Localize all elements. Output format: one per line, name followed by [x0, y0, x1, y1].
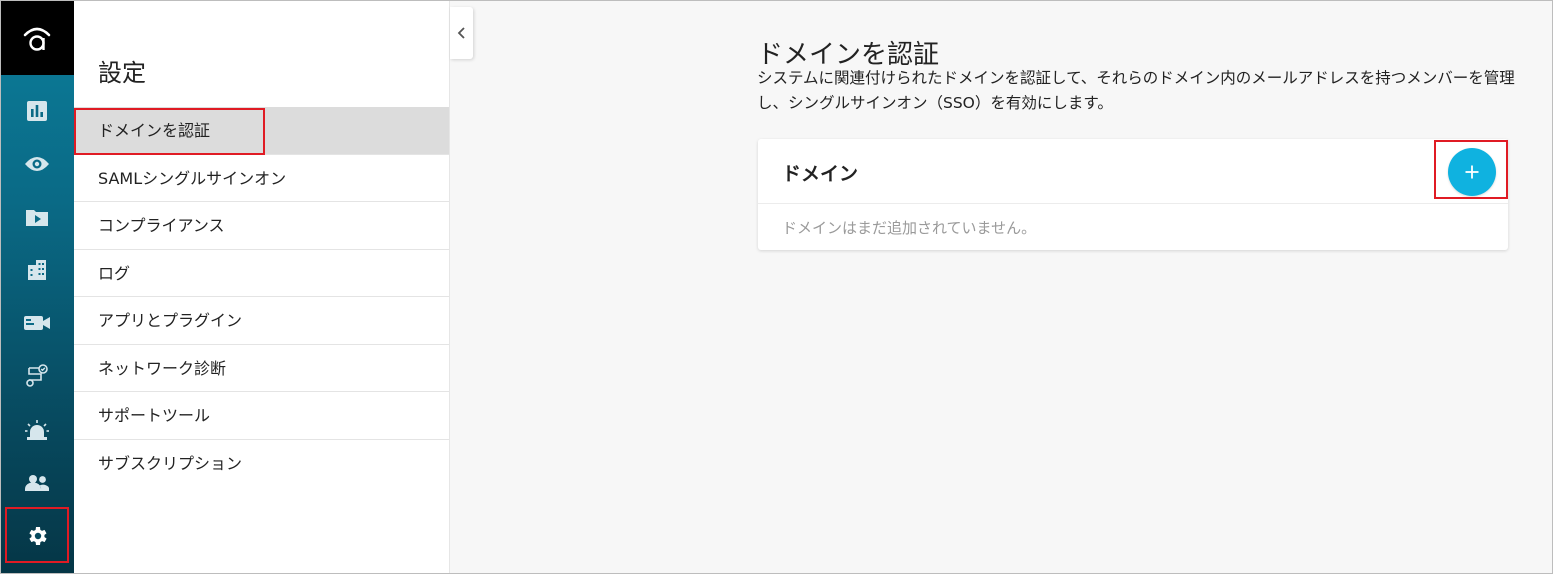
rail-item-analytics[interactable]: [0, 85, 74, 137]
rail-item-views[interactable]: [0, 138, 74, 190]
settings-menu: ドメインを認証 SAMLシングルサインオン コンプライアンス ログ アプリとプラ…: [74, 107, 449, 487]
app-logo[interactable]: [0, 0, 74, 75]
menu-item-subscription[interactable]: サブスクリプション: [74, 440, 449, 488]
building-icon: [28, 260, 46, 280]
menu-item-verify-domain[interactable]: ドメインを認証: [74, 107, 449, 155]
menu-item-network-diagnostics[interactable]: ネットワーク診断: [74, 345, 449, 392]
add-domain-button[interactable]: [1448, 148, 1496, 196]
rail-item-cameras[interactable]: [0, 297, 74, 349]
rail-item-users[interactable]: [0, 457, 74, 509]
people-icon: [25, 475, 50, 491]
collapse-sidebar-button[interactable]: [450, 7, 473, 59]
domains-card: ドメイン ドメインはまだ追加されていません。: [758, 139, 1508, 250]
rail-item-videos[interactable]: [0, 191, 74, 243]
rail-item-sites[interactable]: [0, 244, 74, 296]
menu-item-logs[interactable]: ログ: [74, 250, 449, 297]
rail-item-alarms[interactable]: [0, 404, 74, 456]
chevron-left-icon: [457, 27, 465, 39]
settings-title: 設定: [98, 59, 146, 87]
menu-item-compliance[interactable]: コンプライアンス: [74, 202, 449, 250]
alarm-icon: [25, 420, 49, 440]
menu-item-support-tools[interactable]: サポートツール: [74, 392, 449, 440]
eye-icon: [25, 157, 49, 171]
settings-sidebar: 設定 ドメインを認証 SAMLシングルサインオン コンプライアンス ログ アプリ…: [74, 0, 450, 574]
workflow-icon: [26, 364, 48, 387]
domains-card-title: ドメイン: [782, 163, 859, 185]
page-description: システムに関連付けられたドメインを認証して、それらのドメイン内のメールアドレスを…: [757, 69, 1515, 112]
menu-item-apps-plugins[interactable]: アプリとプラグイン: [74, 297, 449, 345]
plus-icon: [1465, 165, 1479, 179]
logo-icon: [23, 27, 51, 51]
video-library-icon: [26, 210, 48, 226]
domains-empty-message: ドメインはまだ追加されていません。: [782, 219, 1037, 237]
gear-icon: [29, 527, 47, 545]
icon-rail: [0, 0, 74, 574]
analytics-icon: [27, 101, 47, 121]
camera-icon: [24, 316, 50, 330]
rail-item-workflows[interactable]: [0, 350, 74, 402]
menu-item-saml-sso[interactable]: SAMLシングルサインオン: [74, 155, 449, 202]
domains-card-header: ドメイン: [758, 139, 1508, 204]
rail-item-settings[interactable]: [0, 510, 74, 562]
